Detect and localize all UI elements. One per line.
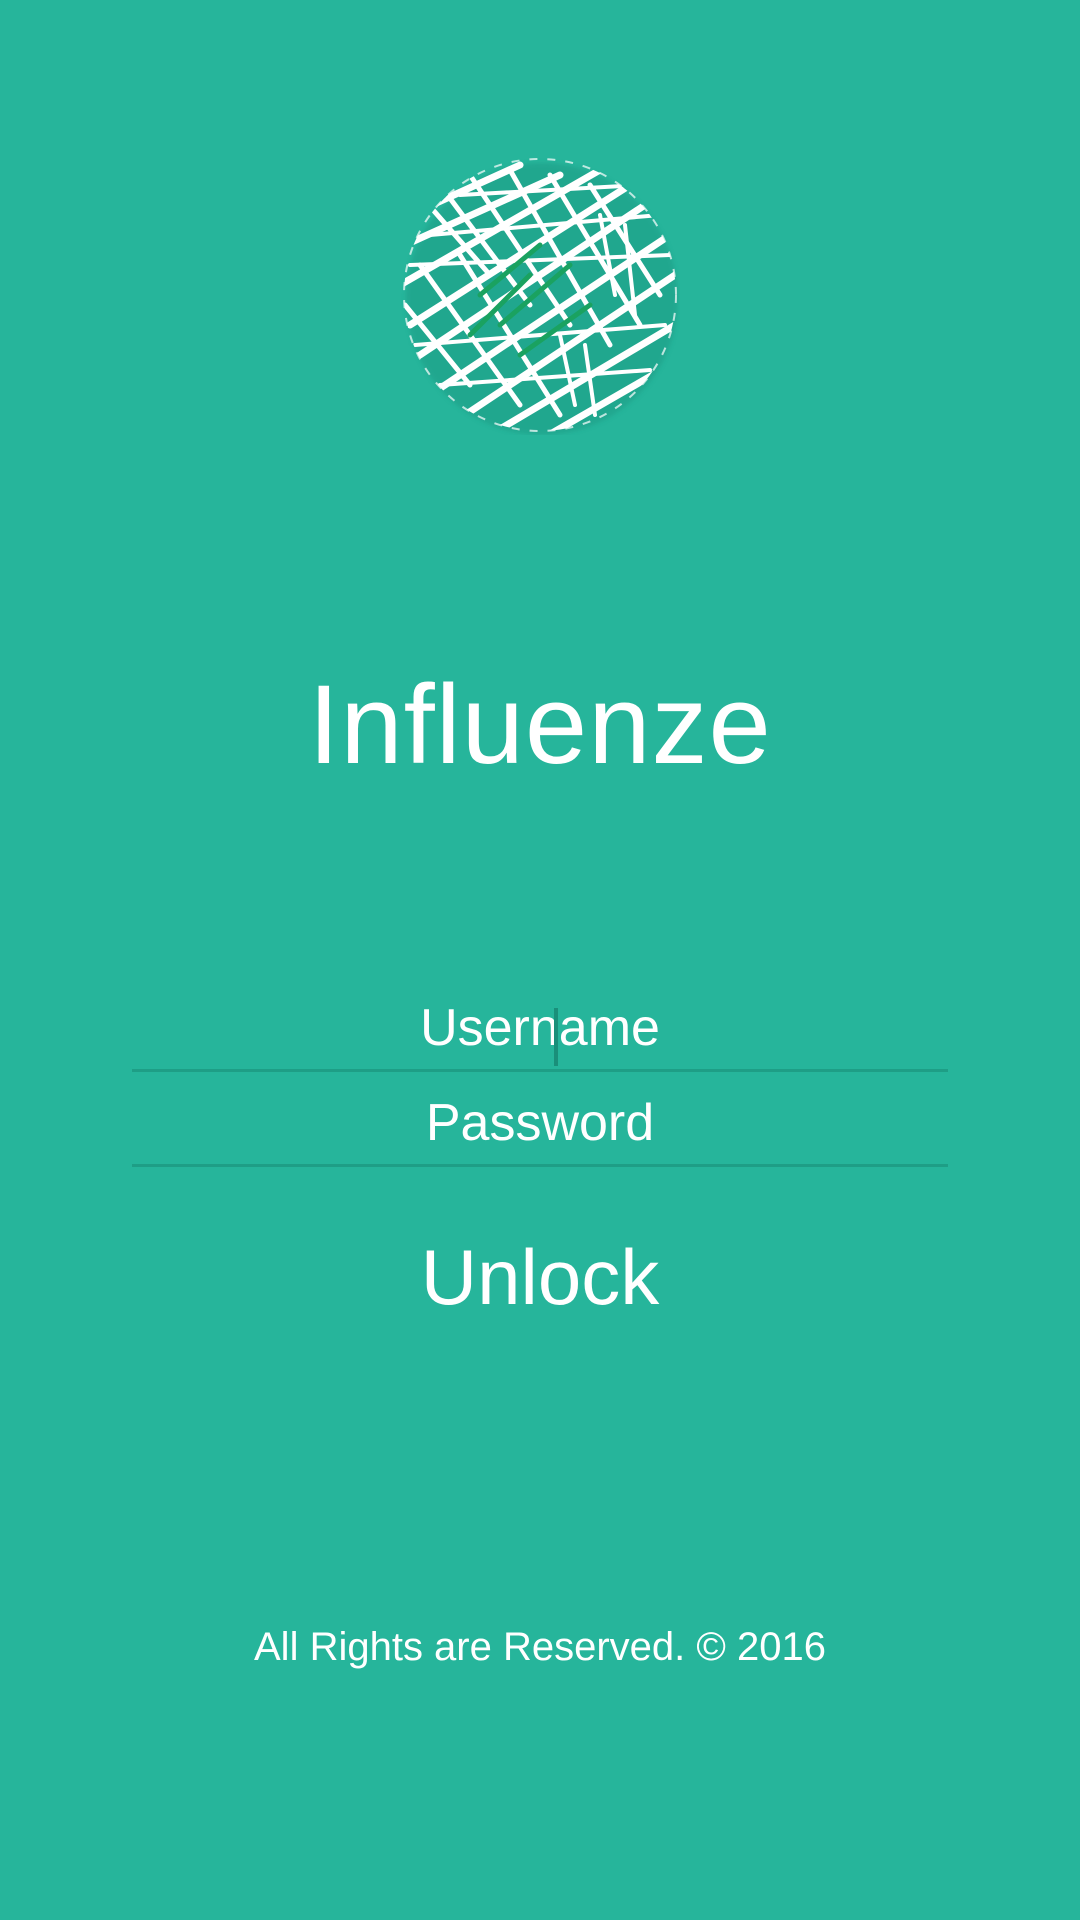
copyright-footer: All Rights are Reserved. © 2016 (254, 1625, 826, 1669)
username-input[interactable] (132, 988, 948, 1068)
login-screen: Influenze Unlock All Rights are Reserved… (0, 0, 1080, 1920)
password-field[interactable] (132, 1083, 948, 1167)
scribble-globe-logo (403, 158, 678, 435)
app-logo (400, 155, 680, 435)
username-field[interactable] (132, 988, 948, 1072)
text-cursor (554, 1008, 558, 1066)
app-title: Influenze (308, 662, 772, 787)
password-input[interactable] (132, 1083, 948, 1163)
unlock-button[interactable]: Unlock (340, 1222, 740, 1332)
